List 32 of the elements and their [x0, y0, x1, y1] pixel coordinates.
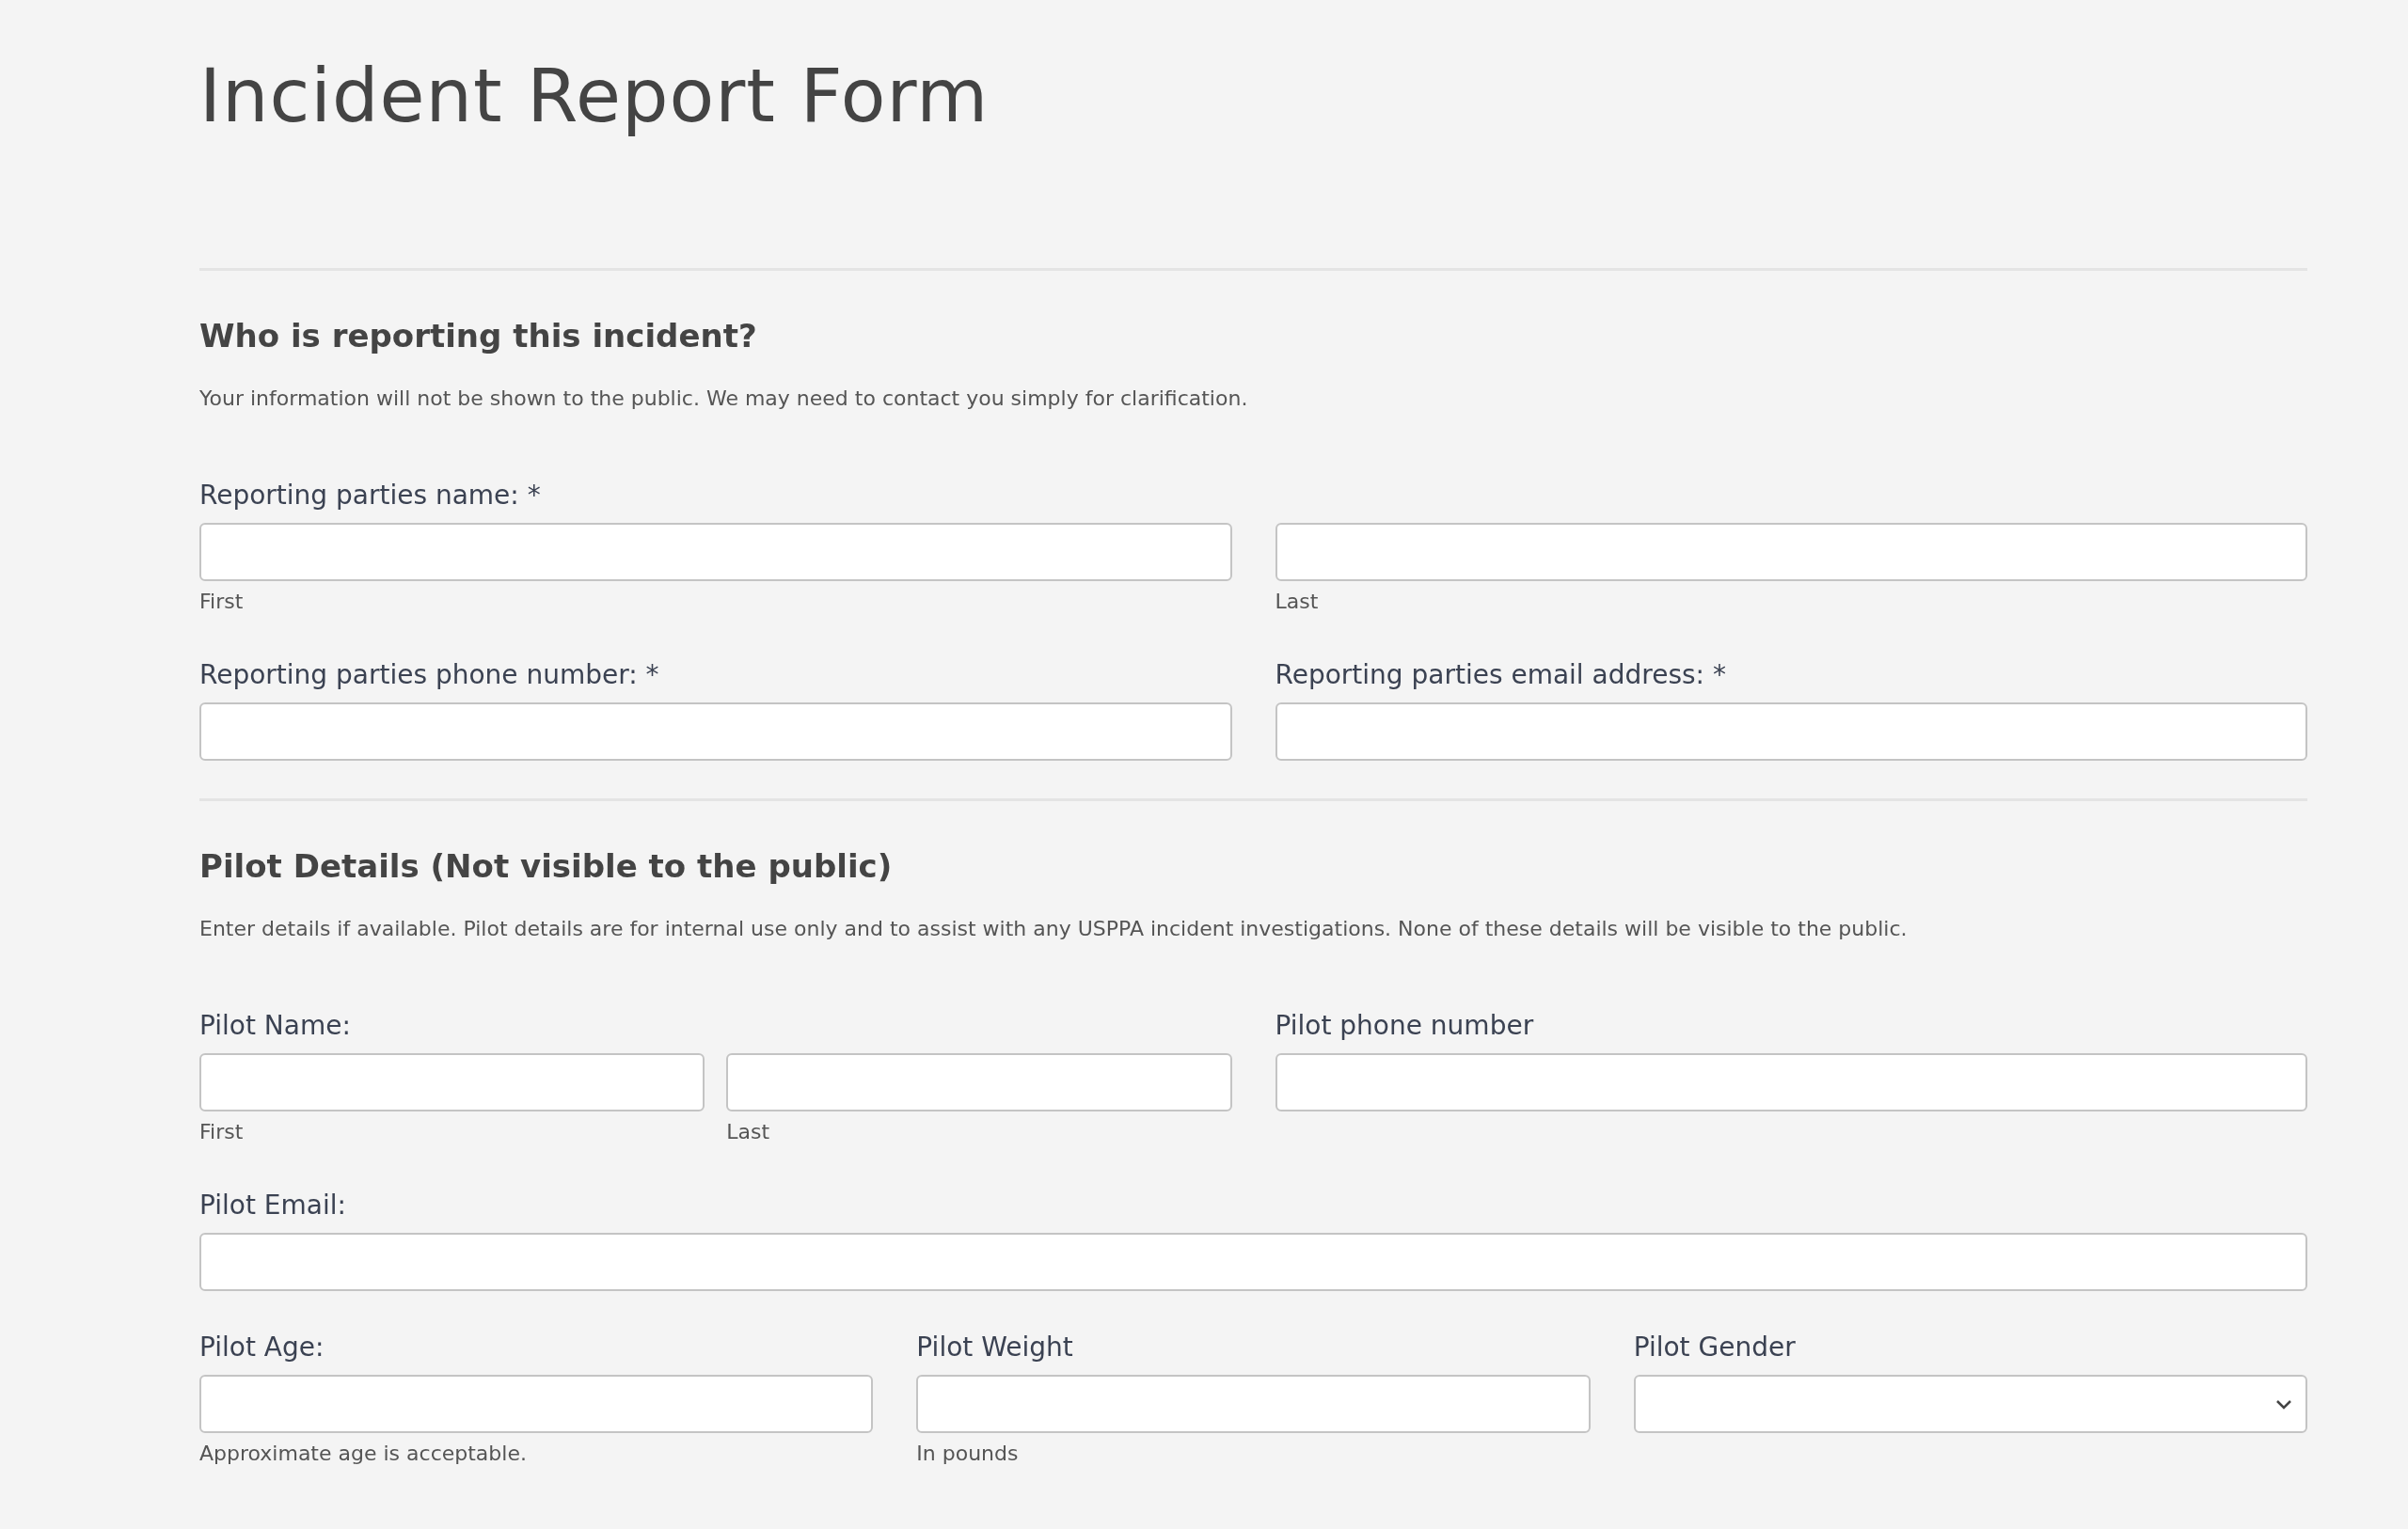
field-label: Pilot Gender [1633, 1331, 1797, 1364]
input-field[interactable] [199, 1233, 2307, 1291]
field-hint: In pounds [916, 1441, 1020, 1467]
input-field[interactable] [1275, 1053, 2307, 1111]
field-hint: First [199, 589, 245, 615]
field-label: Reporting parties phone number: * [199, 658, 660, 692]
field-hint: Last [1275, 589, 1320, 615]
input-field[interactable] [1275, 523, 2307, 581]
section-heading: Pilot Details (Not visible to the public) [199, 846, 894, 886]
field-label: Reporting parties name: * [199, 479, 542, 512]
section-heading: Who is reporting this incident? [199, 316, 758, 355]
field-hint: First [199, 1119, 245, 1145]
chevron-down-icon [2275, 1399, 2292, 1411]
field-label: Reporting parties email address: * [1275, 658, 1727, 692]
field-hint: Last [726, 1119, 771, 1145]
field-label: Pilot Age: [199, 1331, 325, 1364]
field-label: Pilot phone number [1275, 1009, 1535, 1043]
field-hint: Approximate age is acceptable. [199, 1441, 528, 1467]
input-field[interactable] [916, 1375, 1591, 1433]
field-label: Pilot Name: [199, 1009, 352, 1043]
input-field[interactable] [1275, 702, 2307, 761]
field-label: Pilot Email: [199, 1189, 347, 1222]
page-title: Incident Report Form [199, 53, 990, 140]
field-label: Pilot Weight [916, 1331, 1074, 1364]
input-field[interactable] [726, 1053, 1232, 1111]
input-field[interactable] [199, 1053, 705, 1111]
gender-select[interactable] [1633, 1375, 2307, 1433]
input-field[interactable] [199, 1375, 874, 1433]
section-description: Your information will not be shown to the public. We may need to contact you simply for clarification. [199, 386, 1249, 412]
input-field[interactable] [199, 523, 1232, 581]
input-field[interactable] [199, 702, 1232, 761]
section-description: Enter details if available. Pilot details are for internal use only and to assist with any USPPA incident investigations. None of these details will be visible to the public. [199, 916, 1909, 942]
